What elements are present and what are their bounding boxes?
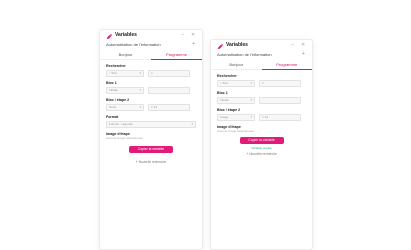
panel-header: Variables – ✕ bbox=[100, 30, 202, 41]
chevron-down-icon: ▾ bbox=[139, 88, 141, 92]
tab-bonjour[interactable]: Bonjour bbox=[100, 50, 151, 59]
recherche-select[interactable]: ▪Tout ▾ bbox=[106, 70, 144, 77]
new-search-label: Nouvelle recherche bbox=[249, 152, 277, 156]
add-icon[interactable]: + bbox=[302, 51, 305, 57]
bloc2-label: Bloc / étape 2 bbox=[217, 108, 241, 112]
bloc2-input-value: 12 bbox=[153, 105, 158, 109]
close-icon[interactable]: ✕ bbox=[191, 32, 195, 38]
panel-subtitle: Automatisation de l'information bbox=[106, 42, 161, 47]
recherche-label: Rechercher bbox=[217, 74, 237, 78]
panel-subtitle: Automatisation de l'information bbox=[217, 52, 272, 57]
format-select[interactable]: Format · Légende ▾ bbox=[106, 121, 196, 128]
bloc1-input[interactable] bbox=[148, 87, 190, 94]
recherche-input[interactable]: # bbox=[259, 80, 301, 87]
chevron-down-icon: ▾ bbox=[250, 81, 252, 85]
bloc2-select[interactable]: Texte ▾ bbox=[106, 104, 144, 111]
app-title: Variables bbox=[226, 42, 248, 48]
recherche-label: Rechercher bbox=[106, 64, 126, 68]
bloc1-select[interactable]: Intitulé ▾ bbox=[106, 87, 144, 94]
tab-programme[interactable]: Programme bbox=[261, 60, 313, 70]
pencil-logo-icon bbox=[217, 43, 224, 50]
minimize-icon[interactable]: – bbox=[291, 42, 294, 48]
plus-icon: + bbox=[135, 160, 138, 164]
new-search-label: Nouvelle recherche bbox=[138, 160, 167, 164]
panel-subheader: Automatisation de l'information + bbox=[211, 51, 312, 60]
bloc1-select-value: Intitulé bbox=[220, 98, 229, 102]
format-select-value: Format · Légende bbox=[109, 122, 133, 126]
tab-bonjour[interactable]: Bonjour bbox=[211, 60, 262, 69]
bloc2-select-value: Image bbox=[220, 115, 229, 119]
new-search-link[interactable]: +Nouvelle recherche bbox=[217, 152, 306, 156]
chevron-down-icon: ▾ bbox=[250, 115, 252, 119]
recherche-input[interactable]: # bbox=[148, 70, 190, 77]
new-search-link[interactable]: +Nouvelle recherche bbox=[106, 160, 196, 164]
variables-panel-b: Variables – ✕ Automatisation de l'inform… bbox=[210, 39, 313, 250]
recherche-select-value: Tout bbox=[111, 71, 117, 75]
close-icon[interactable]: ✕ bbox=[301, 42, 305, 48]
tab-programme[interactable]: Programme bbox=[151, 50, 202, 60]
minimize-icon[interactable]: – bbox=[181, 32, 184, 38]
chevron-down-icon: ▾ bbox=[139, 71, 141, 75]
bloc1-select-value: Intitulé bbox=[109, 88, 118, 92]
tab-bar: Bonjour Programme bbox=[211, 60, 312, 70]
add-icon[interactable]: + bbox=[192, 41, 195, 47]
copy-variable-button[interactable]: Copier la variable bbox=[239, 137, 284, 144]
filter-icon: ▪ bbox=[220, 81, 222, 85]
pencil-logo-icon bbox=[106, 33, 113, 40]
chevron-down-icon: ▾ bbox=[139, 105, 141, 109]
copy-variable-button[interactable]: Copier la variable bbox=[129, 146, 173, 153]
image-hint: Aucune image sélectionnée bbox=[217, 129, 254, 133]
recherche-select[interactable]: ▪Tout ▾ bbox=[217, 80, 255, 87]
bloc2-input[interactable]: #12 bbox=[148, 104, 190, 111]
bloc2-select[interactable]: Image ▾ bbox=[217, 114, 255, 121]
hash-icon: # bbox=[262, 81, 264, 85]
tab-bar: Bonjour Programme bbox=[100, 50, 202, 60]
bloc2-input-value: 12 bbox=[264, 115, 269, 119]
chevron-down-icon: ▾ bbox=[250, 98, 252, 102]
chevron-down-icon: ▾ bbox=[191, 122, 193, 126]
panel-subheader: Automatisation de l'information + bbox=[100, 41, 202, 50]
bloc2-label: Bloc / étape 2 bbox=[106, 98, 130, 102]
hash-icon: # bbox=[262, 115, 264, 119]
hash-icon: # bbox=[151, 105, 153, 109]
bloc1-label: Bloc 1 bbox=[106, 81, 117, 85]
bloc1-label: Bloc 1 bbox=[217, 91, 228, 95]
format-label: Format bbox=[106, 115, 119, 119]
filter-icon: ▪ bbox=[109, 71, 111, 75]
hash-icon: # bbox=[151, 71, 153, 75]
app-title: Variables bbox=[115, 32, 137, 38]
plus-icon: + bbox=[246, 152, 249, 156]
bloc1-input[interactable] bbox=[259, 97, 301, 104]
bloc2-select-value: Texte bbox=[109, 105, 117, 109]
recherche-select-value: Tout bbox=[222, 81, 228, 85]
bloc2-input[interactable]: #12 bbox=[259, 114, 301, 121]
bloc1-select[interactable]: Intitulé ▾ bbox=[217, 97, 255, 104]
image-hint: Aucune image sélectionnée bbox=[106, 136, 143, 140]
panel-header: Variables – ✕ bbox=[211, 40, 312, 51]
variables-panel-a: Variables – ✕ Automatisation de l'inform… bbox=[99, 29, 203, 250]
